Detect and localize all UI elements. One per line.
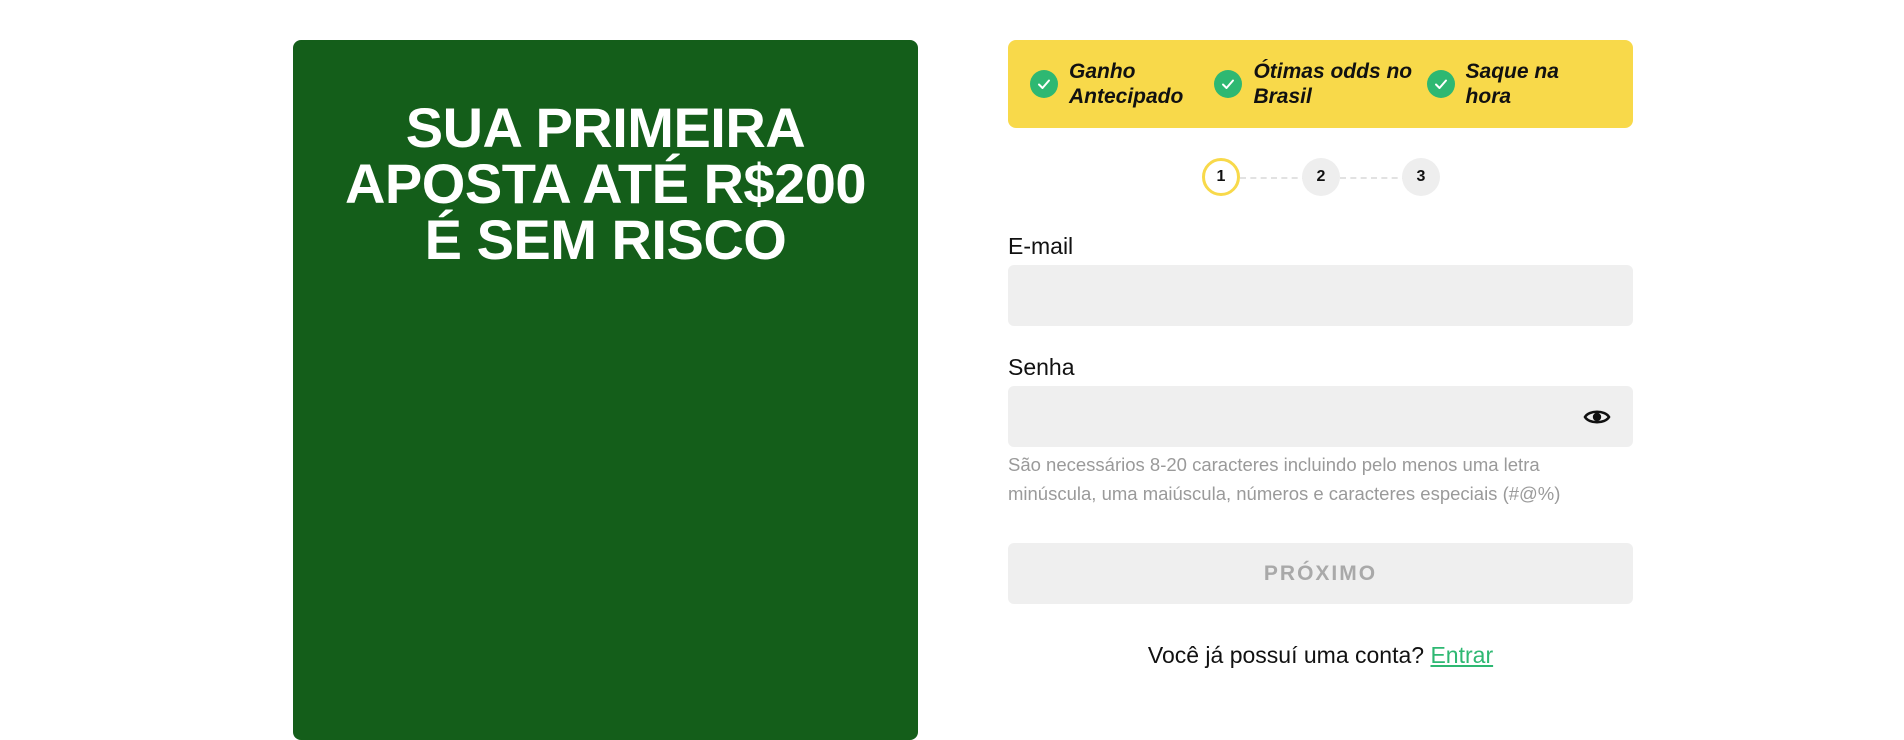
email-label: E-mail — [1008, 233, 1074, 259]
benefit-text: Ótimas odds no Brasil — [1253, 60, 1413, 108]
benefit-item: Saque na hora — [1426, 59, 1611, 109]
benefit-item: Ganho Antecipado — [1030, 59, 1214, 109]
signup-panel: Ganho Antecipado Ótimas odds no Brasil Saq… — [1008, 40, 1633, 668]
password-hint: São necessários 8-20 caracteres incluind… — [1008, 454, 1561, 504]
next-button[interactable]: PRÓXIMO — [1008, 543, 1633, 604]
check-icon — [1030, 70, 1058, 98]
login-prompt: Você já possuí uma conta? Entrar — [1008, 642, 1633, 669]
step-connector — [1240, 177, 1308, 179]
check-icon — [1426, 70, 1455, 98]
promo-banner: SUA PRIMEIRA APOSTA ATÉ R$200 É SEM RISC… — [293, 40, 918, 740]
benefit-item: Ótimas odds no Brasil — [1214, 59, 1426, 109]
benefit-text: Ganho Antecipado — [1069, 60, 1184, 108]
login-prompt-text: Você já possuí uma conta? — [1147, 642, 1425, 668]
step-3: 3 — [1402, 158, 1440, 196]
promo-headline: SUA PRIMEIRA APOSTA ATÉ R$200 É SEM RISC… — [344, 96, 867, 271]
check-icon — [1214, 70, 1243, 98]
step-2: 2 — [1302, 158, 1340, 196]
email-field[interactable] — [1008, 265, 1633, 326]
step-indicator: 1 2 3 — [1008, 158, 1633, 198]
step-1: 1 — [1202, 158, 1240, 196]
password-field-wrapper — [1008, 386, 1633, 447]
benefits-bar: Ganho Antecipado Ótimas odds no Brasil Saq… — [1008, 40, 1633, 128]
password-field[interactable] — [1008, 386, 1633, 447]
benefit-text: Saque na hora — [1465, 60, 1559, 108]
step-connector — [1340, 177, 1408, 179]
password-label: Senha — [1008, 354, 1075, 380]
login-link[interactable]: Entrar — [1430, 642, 1493, 668]
eye-icon[interactable] — [1583, 403, 1611, 431]
